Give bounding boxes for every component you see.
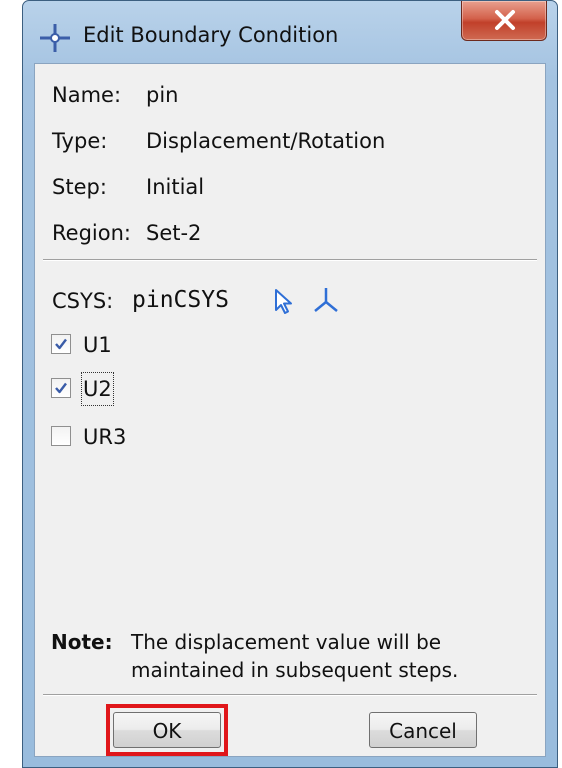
title-bar[interactable]: Edit Boundary Condition (23, 1, 557, 63)
dialog-body: Name: pin Type: Displacement/Rotation St… (34, 63, 546, 757)
cancel-button[interactable]: Cancel (369, 712, 477, 748)
csys-label: CSYS: (52, 289, 114, 313)
separator (43, 694, 537, 696)
checkbox-u1-box[interactable] (51, 334, 71, 354)
checkbox-u2-label: U2 (81, 372, 114, 406)
edit-boundary-condition-dialog: Edit Boundary Condition Name: pin Type: … (22, 0, 558, 768)
checkmark-icon (55, 382, 67, 394)
csys-value: pinCSYS (132, 287, 229, 313)
type-label: Type: (52, 129, 108, 153)
ok-button[interactable]: OK (113, 712, 221, 748)
step-label: Step: (52, 175, 107, 199)
checkbox-ur3-label: UR3 (83, 425, 127, 449)
note-text: The displacement value will be maintaine… (131, 630, 459, 682)
checkmark-icon (55, 338, 67, 350)
checkbox-u1-label: U1 (83, 333, 112, 357)
note-label: Note: (51, 630, 113, 654)
triad-icon[interactable] (311, 284, 341, 316)
close-button[interactable] (461, 1, 547, 41)
region-value: Set-2 (146, 221, 202, 245)
type-value: Displacement/Rotation (146, 129, 386, 153)
app-icon (40, 24, 70, 52)
window-title: Edit Boundary Condition (83, 23, 339, 47)
step-value: Initial (146, 175, 205, 199)
checkbox-ur3-box[interactable] (51, 426, 71, 446)
name-label: Name: (52, 83, 122, 107)
arrow-cursor-icon[interactable] (271, 286, 297, 316)
name-value: pin (146, 83, 179, 107)
checkbox-u2-box[interactable] (51, 378, 71, 398)
close-icon (495, 10, 515, 30)
separator (43, 259, 537, 261)
region-label: Region: (52, 221, 131, 245)
